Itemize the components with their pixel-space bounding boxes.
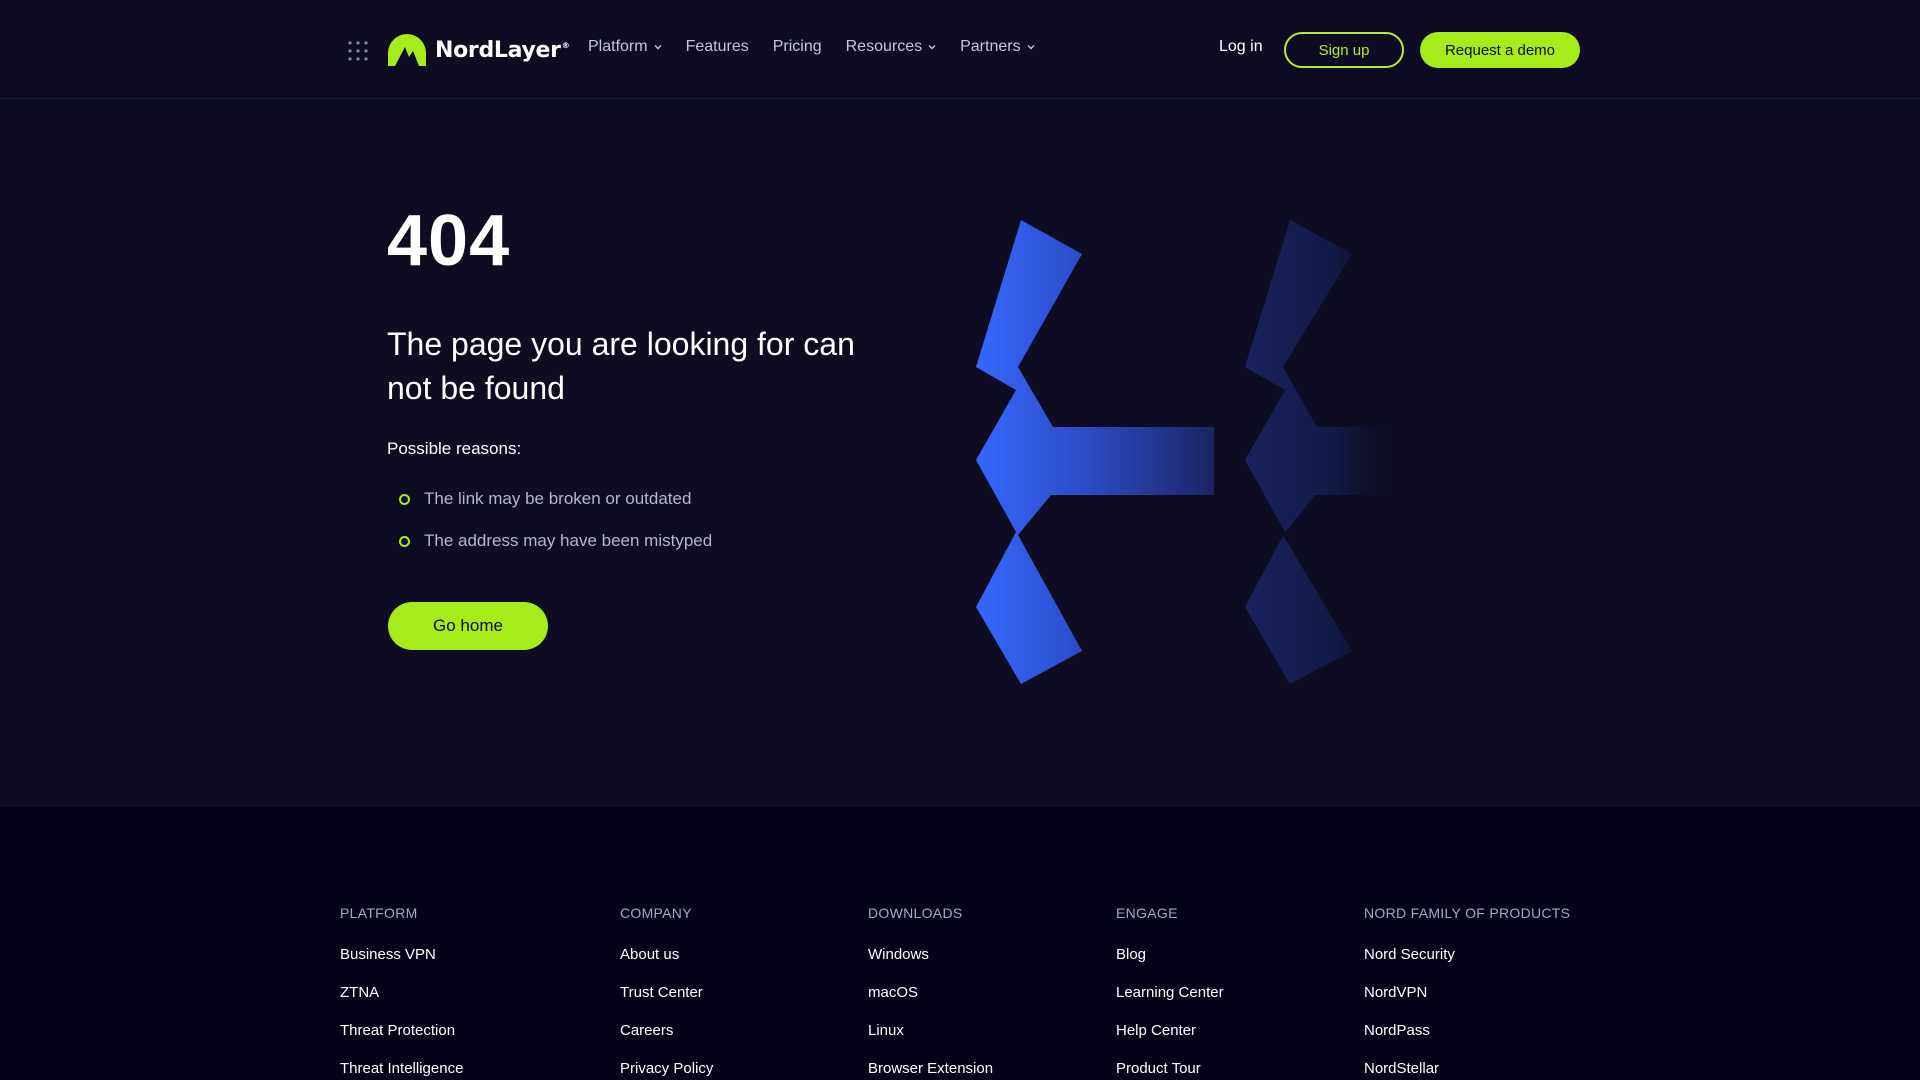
- footer-link[interactable]: Learning Center: [1116, 982, 1224, 1020]
- grid-menu-icon[interactable]: [347, 40, 369, 62]
- footer-link[interactable]: NordPass: [1364, 1020, 1570, 1058]
- footer-link[interactable]: NordVPN: [1364, 982, 1570, 1020]
- footer-link[interactable]: Threat Protection: [340, 1020, 463, 1058]
- nav-resources-label: Resources: [845, 38, 923, 55]
- footer-heading: DOWNLOADS: [868, 905, 963, 921]
- go-home-button[interactable]: Go home: [388, 602, 548, 650]
- footer-column-downloads: DOWNLOADS Windows macOS Linux Browser Ex…: [868, 905, 993, 1080]
- chevron-shape-faded: [1245, 220, 1400, 684]
- footer-heading: COMPANY: [620, 905, 692, 921]
- logo-text: NordLayer®: [435, 37, 570, 63]
- nav-platform-label: Platform: [588, 38, 648, 55]
- footer-link[interactable]: macOS: [868, 982, 993, 1020]
- nav-features[interactable]: Features: [686, 38, 749, 56]
- reasons-list: The link may be broken or outdated The a…: [399, 478, 712, 562]
- nav-pricing-label: Pricing: [772, 38, 822, 55]
- footer-link[interactable]: Business VPN: [340, 944, 463, 982]
- nav-platform[interactable]: Platform: [588, 38, 662, 56]
- nav-partners-label: Partners: [960, 38, 1021, 55]
- footer-column-company: COMPANY About us Trust Center Careers Pr…: [620, 905, 713, 1080]
- site-footer: PLATFORM Business VPN ZTNA Threat Protec…: [0, 807, 1920, 1080]
- bullet-icon: [399, 493, 410, 505]
- reason-text: The link may be broken or outdated: [424, 489, 692, 508]
- footer-link[interactable]: NordStellar: [1364, 1058, 1570, 1080]
- footer-link[interactable]: Nord Security: [1364, 944, 1570, 982]
- nordlayer-logo[interactable]: NordLayer®: [387, 31, 570, 69]
- footer-link[interactable]: Browser Extension: [868, 1058, 993, 1080]
- chevron-shape-main: [976, 220, 1214, 684]
- reason-text: The address may have been mistyped: [424, 531, 713, 550]
- footer-link[interactable]: Linux: [868, 1020, 993, 1058]
- footer-column-engage: ENGAGE Blog Learning Center Help Center …: [1116, 905, 1224, 1080]
- signup-button[interactable]: Sign up: [1284, 32, 1404, 68]
- footer-link[interactable]: Product Tour: [1116, 1058, 1224, 1080]
- main-nav: Platform Features Pricing Resources Part…: [588, 38, 1059, 56]
- footer-column-nord-family: NORD FAMILY OF PRODUCTS Nord Security No…: [1364, 905, 1570, 1080]
- footer-link[interactable]: Trust Center: [620, 982, 713, 1020]
- footer-link[interactable]: Threat Intelligence: [340, 1058, 463, 1080]
- footer-heading: NORD FAMILY OF PRODUCTS: [1364, 905, 1571, 921]
- nav-resources[interactable]: Resources: [846, 38, 936, 56]
- nav-partners[interactable]: Partners: [960, 38, 1035, 56]
- arrow-chevron-illustration: [976, 220, 1400, 684]
- mountain-logo-icon: [388, 34, 426, 66]
- page-title: The page you are looking for can not be …: [387, 326, 855, 406]
- nav-pricing[interactable]: Pricing: [773, 38, 822, 56]
- request-demo-button[interactable]: Request a demo: [1420, 32, 1580, 68]
- chevron-down-icon: [928, 45, 936, 50]
- footer-link[interactable]: Privacy Policy: [620, 1058, 713, 1080]
- footer-link[interactable]: Windows: [868, 944, 993, 982]
- bullet-icon: [399, 535, 410, 547]
- list-item: The link may be broken or outdated: [399, 478, 712, 520]
- error-code: 404: [387, 201, 511, 281]
- footer-heading: PLATFORM: [340, 905, 418, 921]
- footer-link[interactable]: Help Center: [1116, 1020, 1224, 1058]
- site-header: NordLayer® Platform Features Pricing Res…: [0, 0, 1920, 99]
- list-item: The address may have been mistyped: [399, 520, 712, 562]
- footer-link[interactable]: Blog: [1116, 944, 1224, 982]
- footer-link[interactable]: Careers: [620, 1020, 713, 1058]
- footer-heading: ENGAGE: [1116, 905, 1178, 921]
- footer-column-platform: PLATFORM Business VPN ZTNA Threat Protec…: [340, 905, 463, 1080]
- footer-link[interactable]: About us: [620, 944, 713, 982]
- chevron-down-icon: [1027, 45, 1035, 50]
- nav-features-label: Features: [685, 38, 749, 55]
- login-link[interactable]: Log in: [1219, 38, 1263, 56]
- footer-link[interactable]: ZTNA: [340, 982, 463, 1020]
- reasons-label: Possible reasons:: [387, 439, 522, 458]
- chevron-down-icon: [654, 45, 662, 50]
